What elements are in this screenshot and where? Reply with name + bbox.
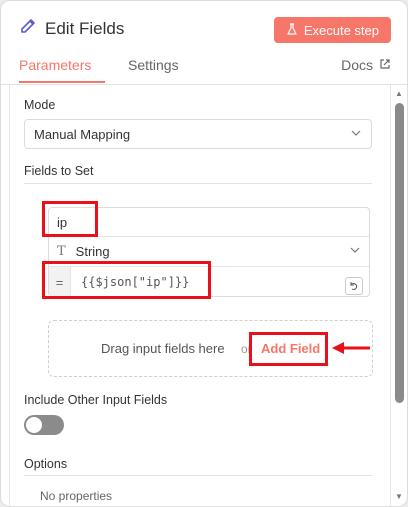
reset-value-button[interactable] <box>345 277 363 295</box>
flask-icon <box>286 22 298 38</box>
mode-select[interactable]: Manual Mapping <box>24 119 372 149</box>
chevron-down-icon <box>350 127 362 142</box>
title-row: Edit Fields <box>19 17 124 40</box>
drop-zone-text: Drag input fields here <box>101 341 225 356</box>
tab-bar: Parameters Settings Docs <box>1 53 407 85</box>
scroll-up-icon[interactable]: ▲ <box>394 89 404 99</box>
panel-title: Edit Fields <box>45 18 125 38</box>
chevron-down-icon <box>349 244 361 259</box>
annotation-arrow-icon <box>332 342 370 354</box>
divider <box>24 183 372 184</box>
tab-docs[interactable]: Docs <box>341 57 391 81</box>
tab-parameters[interactable]: Parameters <box>19 57 105 83</box>
fields-to-set-label: Fields to Set <box>24 164 94 178</box>
panel-header: Edit Fields Execute step Parameters Sett… <box>1 1 407 85</box>
tab-settings[interactable]: Settings <box>128 57 179 81</box>
include-other-fields-toggle[interactable] <box>24 415 64 435</box>
annotation-box-expression <box>42 261 211 299</box>
execute-step-button[interactable]: Execute step <box>273 17 391 43</box>
include-other-fields-label: Include Other Input Fields <box>24 393 168 407</box>
pencil-icon[interactable] <box>19 17 37 40</box>
execute-step-label: Execute step <box>303 22 379 38</box>
toggle-knob <box>26 417 42 433</box>
no-properties-text: No properties <box>40 489 113 503</box>
field-type-value: String <box>75 244 110 259</box>
docs-label: Docs <box>341 57 373 73</box>
edit-fields-panel: Edit Fields Execute step Parameters Sett… <box>0 0 408 507</box>
annotation-box-field-name <box>42 201 98 237</box>
mode-label: Mode <box>24 98 56 112</box>
annotation-box-add-field <box>249 332 328 366</box>
scrollbar-thumb[interactable] <box>395 103 404 403</box>
scroll-down-icon[interactable]: ▼ <box>394 492 404 502</box>
external-link-icon <box>379 57 391 73</box>
mode-value: Manual Mapping <box>34 126 131 142</box>
options-label: Options <box>24 457 68 471</box>
text-type-icon: T <box>57 244 66 259</box>
divider <box>24 475 372 476</box>
